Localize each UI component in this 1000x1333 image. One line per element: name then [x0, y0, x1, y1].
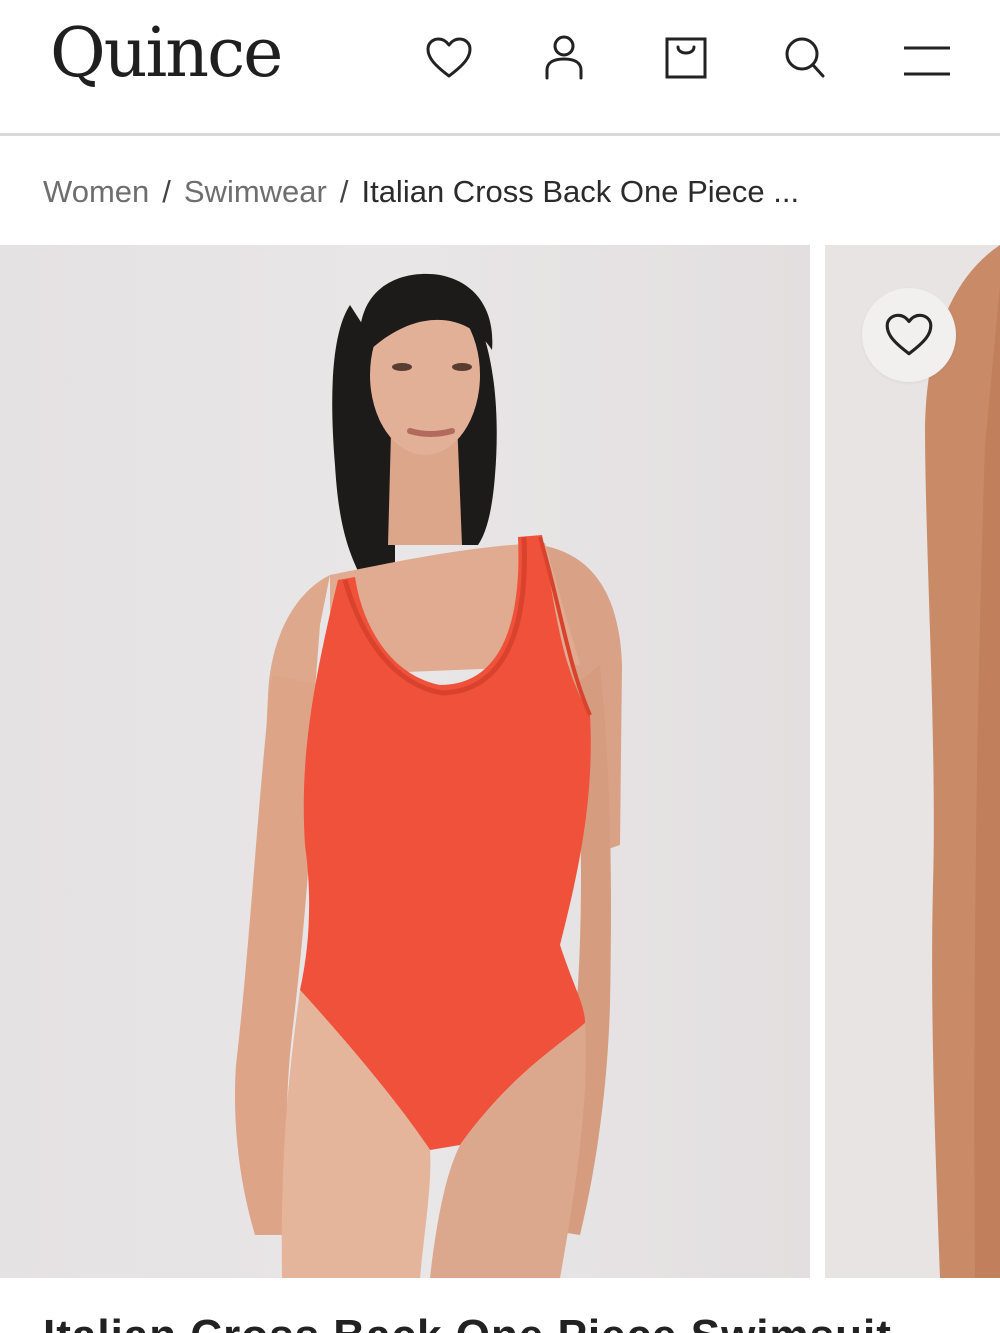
heart-icon [885, 313, 933, 356]
menu-icon [904, 46, 950, 76]
product-image-main[interactable] [0, 245, 810, 1278]
breadcrumb-separator: / [339, 174, 349, 209]
gallery-wishlist-button[interactable] [862, 288, 956, 382]
cart-button[interactable] [656, 28, 716, 88]
wishlist-button[interactable] [419, 28, 479, 88]
heart-icon [426, 37, 472, 78]
product-image-next[interactable] [825, 245, 1000, 1278]
site-header: Quince [0, 0, 1000, 136]
breadcrumb-link-women[interactable]: Women [43, 174, 149, 210]
brand-logo[interactable]: Quince [50, 14, 283, 94]
menu-button[interactable] [897, 28, 957, 88]
breadcrumb-separator: / [162, 174, 171, 209]
shopping-bag-icon [665, 37, 707, 79]
model-arm-illustration [925, 245, 1000, 1278]
model-swimsuit-illustration [234, 273, 622, 1278]
search-icon [785, 37, 825, 78]
product-image-gallery[interactable] [0, 245, 1000, 1278]
breadcrumb: Women / Swimwear / Italian Cross Back On… [43, 170, 799, 214]
user-icon [545, 35, 583, 80]
breadcrumb-link-swimwear[interactable]: Swimwear [184, 174, 327, 210]
account-button[interactable] [534, 28, 594, 88]
breadcrumb-current: Italian Cross Back One Piece ... [361, 174, 800, 209]
product-title: Italian Cross Back One Piece Swimsuit [43, 1310, 892, 1333]
search-button[interactable] [775, 28, 835, 88]
